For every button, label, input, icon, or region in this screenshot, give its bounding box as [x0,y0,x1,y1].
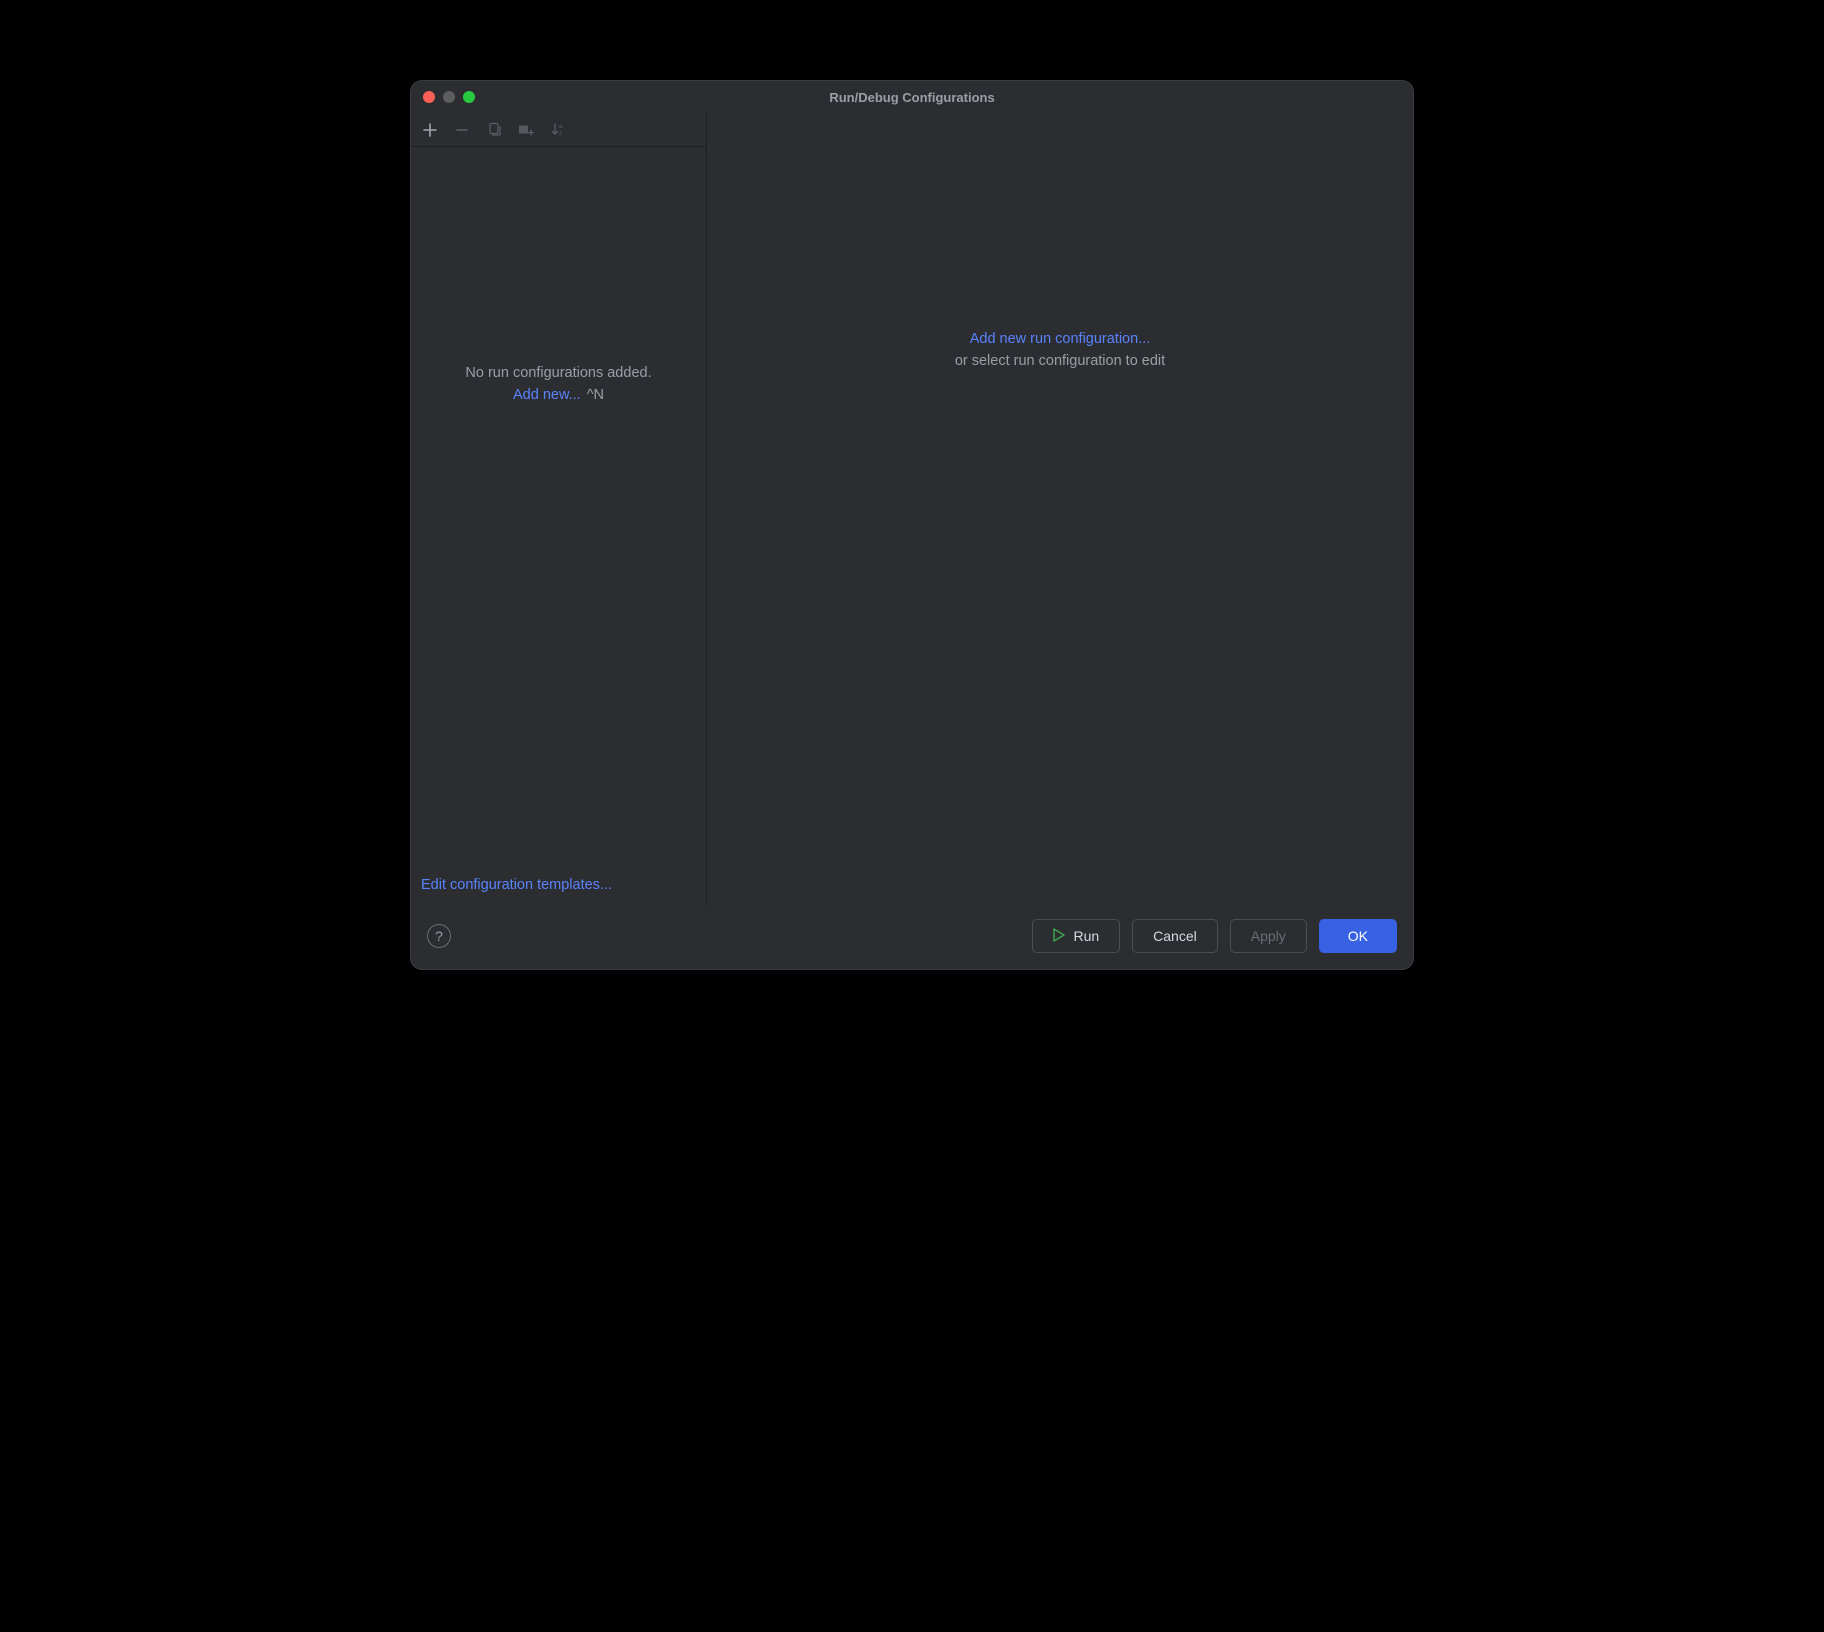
toolstrip: az [411,113,706,147]
cancel-button[interactable]: Cancel [1132,919,1218,953]
footer: ? Run Cancel Apply OK [411,907,1413,969]
add-new-run-config-link[interactable]: Add new run configuration... [970,331,1151,347]
remove-icon[interactable] [453,121,471,139]
add-new-shortcut: ^N [587,387,604,403]
help-icon: ? [435,928,443,944]
run-button-label: Run [1073,928,1099,944]
maximize-icon[interactable] [463,91,475,103]
close-icon[interactable] [423,91,435,103]
play-icon [1053,928,1065,945]
apply-button-label: Apply [1251,928,1286,944]
run-debug-config-window: Run/Debug Configurations az [410,80,1414,970]
help-button[interactable]: ? [427,924,451,948]
config-tree-empty: No run configurations added. Add new... … [411,147,706,867]
empty-message: No run configurations added. [465,365,651,381]
svg-text:z: z [559,131,562,137]
sort-az-icon[interactable]: az [549,121,567,139]
save-template-icon[interactable] [517,121,535,139]
ok-button[interactable]: OK [1319,919,1397,953]
main-hint: or select run configuration to edit [955,353,1165,369]
body: az No run configurations added. Add new.… [411,113,1413,907]
add-new-row: Add new... ^N [513,387,604,403]
titlebar: Run/Debug Configurations [411,81,1413,113]
main-area: Add new run configuration... or select r… [707,113,1413,907]
cancel-button-label: Cancel [1153,928,1197,944]
minimize-icon[interactable] [443,91,455,103]
apply-button[interactable]: Apply [1230,919,1307,953]
svg-text:a: a [559,124,563,130]
add-new-link[interactable]: Add new... [513,387,581,403]
copy-icon[interactable] [485,121,503,139]
run-button[interactable]: Run [1032,919,1120,953]
traffic-lights [423,91,475,103]
sidebar-footer: Edit configuration templates... [411,867,706,907]
window-title: Run/Debug Configurations [411,90,1413,105]
edit-templates-link[interactable]: Edit configuration templates... [421,877,612,893]
add-icon[interactable] [421,121,439,139]
sidebar: az No run configurations added. Add new.… [411,113,707,907]
ok-button-label: OK [1348,928,1368,944]
